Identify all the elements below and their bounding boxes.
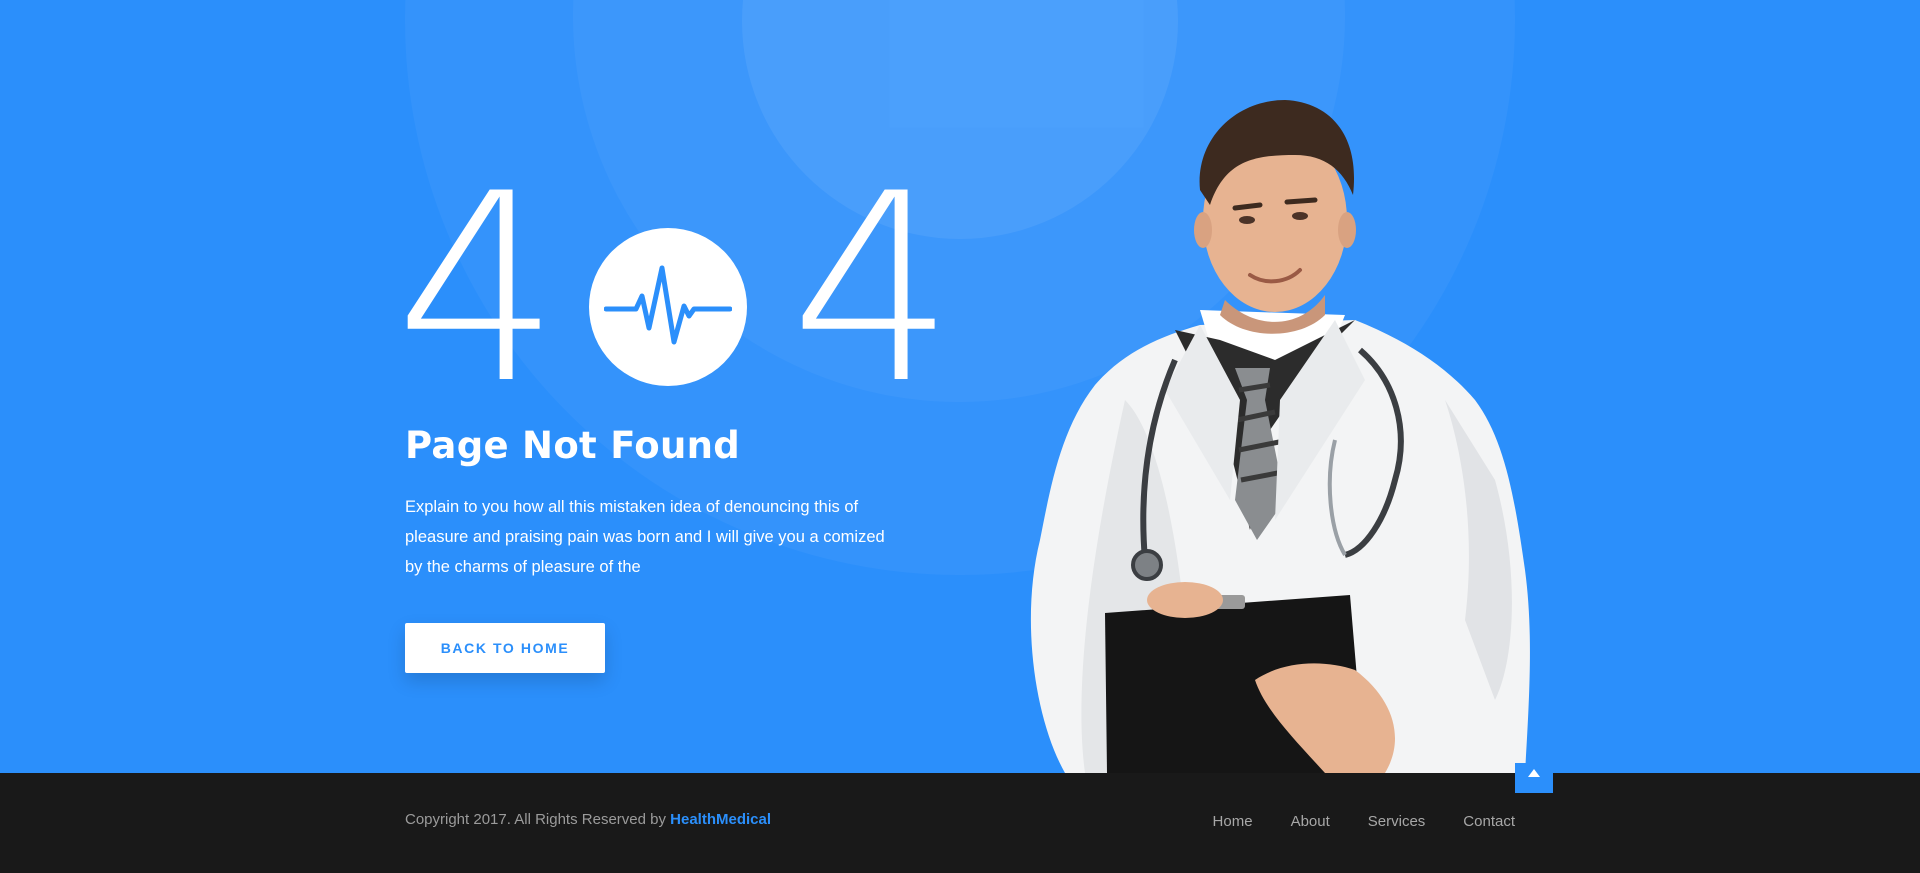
footer: Copyright 2017. All Rights Reserved by H… bbox=[0, 773, 1920, 873]
copyright-label: Copyright 2017. All Rights Reserved by bbox=[405, 811, 671, 828]
error-description: Explain to you how all this mistaken ide… bbox=[405, 498, 885, 576]
error-digit-left: 4 bbox=[395, 139, 561, 441]
back-to-home-button[interactable]: BACK TO HOME bbox=[405, 623, 605, 673]
doctor-image bbox=[1030, 100, 1530, 773]
brand-link[interactable]: HealthMedical bbox=[670, 811, 771, 828]
caret-up-icon bbox=[1528, 769, 1540, 777]
copyright-text: Copyright 2017. All Rights Reserved by H… bbox=[405, 811, 771, 828]
footer-nav: Home About Services Contact bbox=[1213, 813, 1515, 830]
footer-nav-contact[interactable]: Contact bbox=[1463, 813, 1515, 830]
hero-section: 4 4 Page Not Found Explain to you how al… bbox=[0, 0, 1920, 773]
footer-nav-services[interactable]: Services bbox=[1368, 813, 1426, 830]
scroll-top-button[interactable] bbox=[1515, 763, 1553, 793]
heartbeat-icon bbox=[589, 228, 747, 386]
footer-nav-about[interactable]: About bbox=[1291, 813, 1330, 830]
footer-nav-home[interactable]: Home bbox=[1213, 813, 1253, 830]
error-digit-right: 4 bbox=[790, 139, 956, 441]
page-title: Page Not Found bbox=[405, 424, 741, 467]
